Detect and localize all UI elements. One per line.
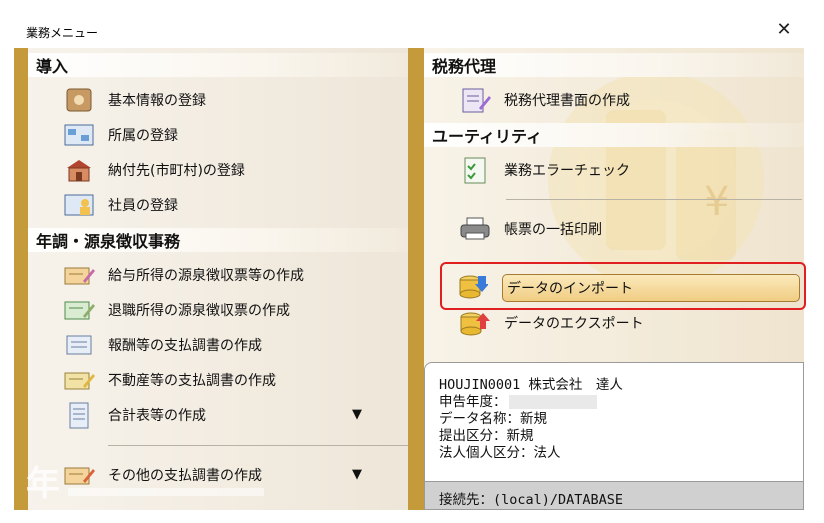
menu-item-label: 不動産等の支払調書の作成 [108,373,276,389]
connection-status: 接続先：(local)/DATABASE [425,481,803,509]
submission-value: 提出区分：新規 [439,428,534,444]
printer-icon [458,215,492,243]
fiscal-year-label: 申告年度： [439,394,507,410]
menu-item-other-doc[interactable]: その他の支払調書の作成 [62,460,262,490]
menu-item-municipality[interactable]: 納付先(市町村)の登録 [62,155,245,185]
export-icon [458,309,492,337]
error-check-icon [458,156,492,184]
department-icon [62,121,96,149]
other-doc-icon [62,461,96,489]
close-icon[interactable]: ✕ [772,18,796,42]
redacted-value [508,395,597,409]
menu-item-label: 所属の登録 [108,128,178,144]
section-tax-agent-header: 税務代理 [424,53,804,77]
tax-agent-doc-icon [458,86,492,114]
menu-item-label: 合計表等の作成 [108,408,206,424]
menu-item-label: 税務代理書面の作成 [504,93,630,109]
section-nencho-header: 年調・源泉徴収事務 [28,228,408,252]
real-estate-doc-icon [62,366,96,394]
employee-icon [62,191,96,219]
basic-info-icon [62,86,96,114]
menu-item-error-check[interactable]: 業務エラーチェック [458,155,630,185]
left-gold-bar [14,48,28,510]
window-title: 業務メニュー [26,26,99,40]
menu-item-basic-info[interactable]: 基本情報の登録 [62,85,206,115]
menu-item-employee[interactable]: 社員の登録 [62,190,178,220]
menu-item-salary-slip[interactable]: 給与所得の源泉徴収票等の作成 [62,260,304,290]
expand-other-arrow-icon[interactable]: ▼ [352,467,362,482]
menu-item-label: 帳票の一括印刷 [504,222,602,238]
menu-item-label: 基本情報の登録 [108,93,206,109]
entity-type-value: 法人個人区分：法人 [439,445,561,461]
menu-item-summary-table[interactable]: 合計表等の作成 [62,400,206,430]
import-icon [458,272,489,302]
title-bar: 業務メニュー ✕ [14,14,804,49]
menu-item-label: 業務エラーチェック [504,163,630,179]
menu-item-retirement-slip[interactable]: 退職所得の源泉徴収票の作成 [62,295,290,325]
retirement-slip-icon [62,296,96,324]
watermark-logo: 年 [26,464,60,504]
menu-item-tax-agent-doc[interactable]: 税務代理書面の作成 [458,85,630,115]
section-utility-header: ユーティリティ [424,123,804,147]
import-button[interactable]: データのインポート [502,274,800,302]
menu-item-real-estate-doc[interactable]: 不動産等の支払調書の作成 [62,365,276,395]
menu-item-label: 納付先(市町村)の登録 [108,163,245,179]
menu-item-remuneration-doc[interactable]: 報酬等の支払調書の作成 [62,330,262,360]
separator [108,445,408,446]
menu-item-batch-print[interactable]: 帳票の一括印刷 [458,214,602,244]
menu-item-export[interactable]: データのエクスポート [458,308,644,338]
pane-divider [408,48,424,510]
menu-item-department[interactable]: 所属の登録 [62,120,178,150]
summary-table-icon [62,401,96,429]
menu-item-label: データのエクスポート [504,316,644,332]
menu-item-label: 退職所得の源泉徴収票の作成 [108,303,290,319]
menu-item-label: 社員の登録 [108,198,178,214]
svg-text:¥: ¥ [704,179,729,225]
remuneration-doc-icon [62,331,96,359]
municipality-icon [62,156,96,184]
section-intro-header: 導入 [28,53,408,77]
company-name: HOUJIN0001 株式会社 達人 [439,377,623,393]
expand-summary-arrow-icon[interactable]: ▼ [352,407,362,422]
separator [506,199,802,200]
salary-slip-icon [62,261,96,289]
watermark-strip [68,488,264,496]
menu-item-label: 給与所得の源泉徴収票等の作成 [108,268,304,284]
company-info-panel: HOUJIN0001 株式会社 達人 申告年度： データ名称：新規 提出区分：新… [424,362,804,510]
data-name-value: データ名称：新規 [439,411,547,427]
fiscal-year-row: 申告年度： [439,394,623,411]
menu-item-label: 報酬等の支払調書の作成 [108,338,262,354]
menu-item-label: その他の支払調書の作成 [108,468,262,484]
